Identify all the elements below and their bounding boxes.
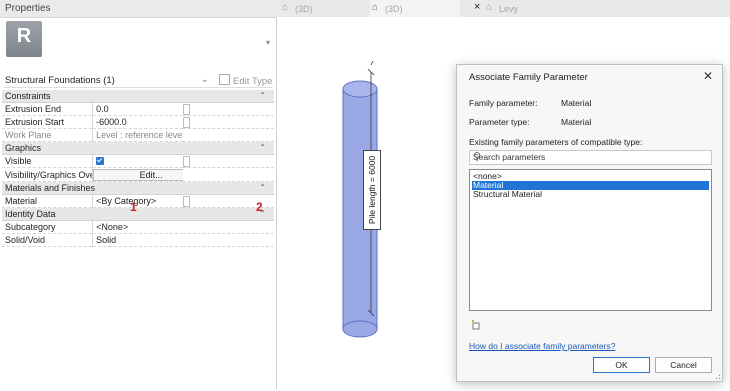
dimension-label: Pile length = 6000 [367, 155, 377, 225]
associate-family-parameter-dialog: Associate Family Parameter ✕ Family para… [456, 64, 723, 382]
group-label: Identity Data [5, 209, 56, 219]
property-row-subcategory[interactable]: Subcategory <None> [2, 220, 274, 234]
list-item[interactable]: <none> [472, 172, 709, 181]
family-parameter-value: Material [561, 98, 592, 108]
property-value[interactable]: 0.0 [92, 102, 184, 116]
list-item[interactable]: Structural Material [472, 190, 709, 199]
property-label: Subcategory [2, 220, 94, 234]
parameter-type-label: Parameter type: [469, 117, 530, 127]
property-label: Extrusion End [2, 102, 94, 116]
edit-type-button[interactable]: Edit Type [219, 74, 272, 87]
pile-length-dimension[interactable]: Pile length = 6000 [363, 150, 381, 230]
property-label: Extrusion Start [2, 115, 94, 129]
dialog-title: Associate Family Parameter [469, 72, 588, 83]
tab-label: (3D) [385, 4, 403, 14]
property-value[interactable]: <By Category> [92, 194, 184, 208]
associate-parameter-button[interactable] [183, 116, 191, 128]
house-icon: ⌂ [486, 2, 493, 13]
search-input[interactable]: Search parameters ⚲ [469, 150, 712, 165]
group-header-constraints[interactable]: Constraints ⌃ [2, 90, 274, 103]
properties-title: Properties [5, 3, 51, 14]
property-value[interactable]: -6000.0 [92, 115, 184, 129]
thumbnail-dropdown-icon[interactable]: ▾ [266, 38, 270, 47]
property-label: Material [2, 194, 94, 208]
family-thumbnail: R [6, 21, 42, 57]
close-icon[interactable]: × [474, 1, 480, 13]
view-tab-bar: ⌂ (3D) ⌂ (3D) × ⌂ Levy [276, 0, 730, 17]
tab-levy[interactable]: × ⌂ Levy [472, 0, 592, 17]
property-label: Work Plane [2, 128, 94, 142]
parameter-listbox[interactable]: <none> Material Structural Material [469, 169, 712, 311]
property-value[interactable]: Solid [92, 233, 184, 247]
collapse-icon[interactable]: ⌃ [259, 143, 266, 152]
group-header-materials[interactable]: Materials and Finishes ⌃ [2, 181, 274, 195]
tab-3d-view-1[interactable]: ⌂ (3D) [280, 0, 370, 17]
close-icon[interactable]: ✕ [703, 69, 713, 83]
resize-grip-icon[interactable] [713, 372, 721, 380]
type-selector-row[interactable]: Structural Foundations (1) ⌄ Edit Type [3, 73, 273, 88]
property-row-visible[interactable]: Visible [2, 154, 274, 168]
house-3d-icon: ⌂ [282, 2, 289, 13]
help-link[interactable]: How do I associate family parameters? [469, 341, 615, 351]
edit-button[interactable]: Edit... [93, 169, 184, 181]
tab-label: (3D) [295, 4, 313, 14]
associate-parameter-button[interactable] [183, 155, 191, 167]
annotation-marker: 2 [256, 200, 263, 214]
property-row-work-plane: Work Plane Level : reference level [2, 128, 274, 142]
ok-button[interactable]: OK [593, 357, 650, 373]
chevron-down-icon[interactable]: ⌄ [201, 74, 209, 85]
associate-parameter-button[interactable] [183, 195, 191, 207]
cancel-button[interactable]: Cancel [655, 357, 712, 373]
edit-type-icon [219, 74, 230, 85]
group-header-identity[interactable]: Identity Data ⌃ [2, 207, 274, 221]
group-label: Constraints [5, 91, 51, 101]
thumbnail-letter: R [16, 25, 32, 47]
properties-panel: Properties R ▾ Structural Foundations (1… [0, 0, 277, 389]
property-value[interactable]: <None> [92, 220, 184, 234]
house-3d-icon: ⌂ [372, 2, 379, 13]
new-parameter-icon[interactable] [471, 320, 481, 330]
visible-checkbox[interactable] [96, 157, 105, 165]
search-icon[interactable]: ⚲ [473, 150, 708, 163]
collapse-icon[interactable]: ⌃ [259, 183, 266, 192]
properties-grid: Constraints ⌃ Extrusion End 0.0 Extrusion… [2, 90, 274, 247]
group-label: Graphics [5, 143, 42, 153]
existing-parameters-label: Existing family parameters of compatible… [469, 137, 643, 147]
property-label: Visible [2, 154, 94, 168]
properties-title-bar: Properties [0, 0, 276, 18]
property-row-extrusion-end[interactable]: Extrusion End 0.0 [2, 102, 274, 116]
group-label: Materials and Finishes [5, 183, 96, 193]
family-parameter-label: Family parameter: [469, 98, 538, 108]
tab-3d-view-2[interactable]: ⌂ (3D) [370, 0, 460, 17]
property-row-visibility-overrides[interactable]: Visibility/Graphics Overrides Edit... [2, 167, 274, 182]
collapse-icon[interactable]: ⌃ [259, 91, 266, 100]
type-selector[interactable]: Structural Foundations (1) [5, 75, 115, 86]
property-label: Solid/Void [2, 233, 94, 247]
property-row-solid-void[interactable]: Solid/Void Solid [2, 233, 274, 247]
annotation-marker: 1 [130, 200, 137, 214]
property-value: Level : reference level [92, 128, 184, 142]
tab-label: Levy [499, 4, 519, 14]
property-row-extrusion-start[interactable]: Extrusion Start -6000.0 [2, 115, 274, 129]
property-row-material[interactable]: Material <By Category> [2, 194, 274, 208]
associate-parameter-button[interactable] [183, 103, 191, 115]
edit-type-label: Edit Type [233, 76, 273, 87]
parameter-type-value: Material [561, 117, 592, 127]
group-header-graphics[interactable]: Graphics ⌃ [2, 141, 274, 155]
property-label: Visibility/Graphics Overrides [2, 167, 94, 182]
